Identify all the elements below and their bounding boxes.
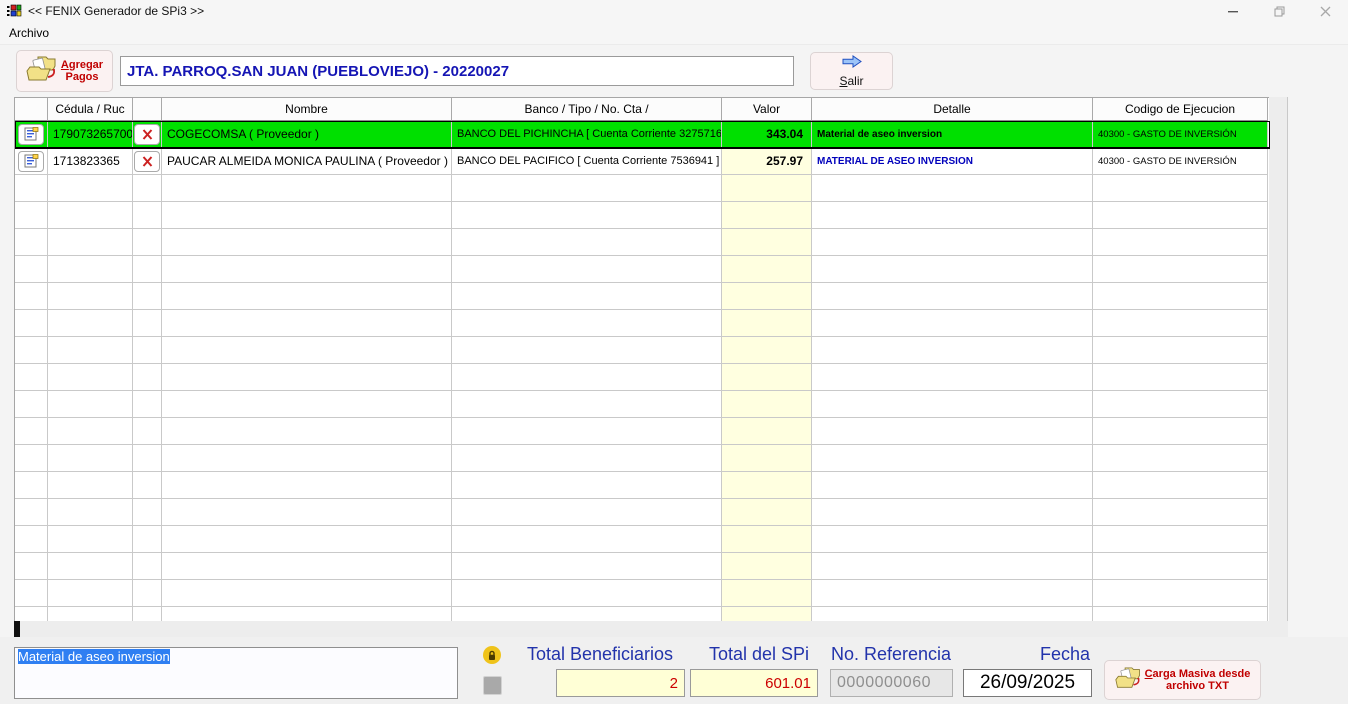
- app-icon: [6, 3, 22, 19]
- payments-table: Cédula / Ruc Nombre Banco / Tipo / No. C…: [14, 97, 1270, 621]
- no-referencia-label: No. Referencia: [822, 644, 960, 666]
- maximize-button[interactable]: [1256, 0, 1302, 22]
- gray-swatch: [483, 676, 502, 695]
- detalle-textarea[interactable]: Material de aseo inversion: [14, 647, 458, 699]
- main-area: Agregar Pagos Salir Cédula / Ruc Nombre …: [0, 45, 1348, 637]
- total-beneficiarios-label: Total Beneficiarios: [512, 644, 688, 666]
- salir-button[interactable]: Salir: [810, 52, 893, 90]
- empty-table-row: [15, 445, 1270, 472]
- empty-table-row: [15, 472, 1270, 499]
- edit-properties-icon: [24, 127, 39, 141]
- cell-detalle: MATERIAL DE ASEO INVERSION: [812, 148, 1093, 175]
- minimize-button[interactable]: [1210, 0, 1256, 22]
- cell-cedula: 1790732657001: [48, 121, 133, 148]
- header-nombre: Nombre: [162, 98, 452, 121]
- header-delete-col: [133, 98, 162, 121]
- agregar-pagos-button[interactable]: Agregar Pagos: [16, 50, 113, 92]
- delete-x-icon: [142, 156, 153, 167]
- cell-valor: 257.97: [722, 148, 812, 175]
- table-body: 1790732657001 COGECOMSA ( Proveedor ) BA…: [15, 121, 1270, 621]
- edit-properties-icon: [24, 154, 39, 168]
- selected-text: Material de aseo inversion: [18, 649, 170, 664]
- total-beneficiarios-value: 2: [556, 669, 685, 697]
- header-detalle: Detalle: [812, 98, 1093, 121]
- close-button[interactable]: [1302, 0, 1348, 22]
- carga-masiva-label-line1: Carga Masiva desde: [1145, 668, 1251, 680]
- header-codigo: Codigo de Ejecucion: [1093, 98, 1268, 121]
- delete-x-icon: [142, 129, 153, 140]
- empty-table-row: [15, 229, 1270, 256]
- empty-table-row: [15, 607, 1270, 621]
- empty-table-row: [15, 337, 1270, 364]
- horizontal-scrollbar[interactable]: [14, 621, 1288, 637]
- table-row[interactable]: 1713823365 PAUCAR ALMEIDA MONICA PAULINA…: [15, 148, 1270, 175]
- cell-cedula: 1713823365: [48, 148, 133, 175]
- empty-table-row: [15, 391, 1270, 418]
- empty-table-row: [15, 499, 1270, 526]
- menubar: Archivo: [0, 22, 1348, 45]
- empty-table-row: [15, 526, 1270, 553]
- empty-table-row: [15, 283, 1270, 310]
- cell-detalle: Material de aseo inversion: [812, 121, 1093, 148]
- empty-table-row: [15, 175, 1270, 202]
- vertical-scrollbar[interactable]: [1269, 97, 1288, 621]
- empty-table-row: [15, 418, 1270, 445]
- menu-item-archivo[interactable]: Archivo: [0, 24, 58, 42]
- no-referencia-field: 0000000060: [830, 669, 953, 697]
- load-txt-folder-icon: [1115, 666, 1142, 695]
- total-spi-label: Total del SPi: [698, 644, 820, 666]
- salir-label: Salir: [839, 74, 863, 88]
- cell-codigo: 40300 - GASTO DE INVERSIÓN: [1093, 148, 1268, 175]
- fecha-field[interactable]: 26/09/2025: [963, 669, 1092, 697]
- window-title: << FENIX Generador de SPi3 >>: [28, 4, 204, 18]
- cell-codigo: 40300 - GASTO DE INVERSIÓN: [1093, 121, 1268, 148]
- empty-table-row: [15, 364, 1270, 391]
- empty-table-row: [15, 202, 1270, 229]
- header-edit-col: [15, 98, 48, 121]
- cell-nombre: PAUCAR ALMEIDA MONICA PAULINA ( Proveedo…: [162, 148, 452, 175]
- empty-table-row: [15, 580, 1270, 607]
- agregar-pagos-label-line1: Agregar: [61, 59, 103, 71]
- add-payments-folder-icon: [26, 55, 58, 88]
- entity-title-input[interactable]: [120, 56, 794, 86]
- empty-table-row: [15, 553, 1270, 580]
- cell-banco: BANCO DEL PACIFICO [ Cuenta Corriente 75…: [452, 148, 722, 175]
- delete-row-button[interactable]: [134, 124, 160, 145]
- lock-icon: [483, 646, 501, 664]
- empty-table-row: [15, 256, 1270, 283]
- close-icon: [1320, 6, 1331, 17]
- table-row[interactable]: 1790732657001 COGECOMSA ( Proveedor ) BA…: [15, 121, 1270, 148]
- minimize-icon: [1228, 11, 1238, 12]
- restore-icon: [1274, 6, 1285, 17]
- titlebar: << FENIX Generador de SPi3 >>: [0, 0, 1348, 22]
- exit-arrow-icon: [841, 55, 863, 73]
- horizontal-scrollbar-thumb[interactable]: [14, 621, 20, 637]
- cell-banco: BANCO DEL PICHINCHA [ Cuenta Corriente 3…: [452, 121, 722, 148]
- total-spi-value: 601.01: [690, 669, 818, 697]
- footer-panel: Material de aseo inversion Total Benefic…: [0, 637, 1348, 704]
- edit-row-button[interactable]: [18, 124, 44, 145]
- carga-masiva-label-line2: archivo TXT: [1166, 680, 1229, 692]
- cell-nombre: COGECOMSA ( Proveedor ): [162, 121, 452, 148]
- cell-valor: 343.04: [722, 121, 812, 148]
- agregar-pagos-label-line2: Pagos: [65, 71, 98, 83]
- header-valor: Valor: [722, 98, 812, 121]
- table-header-row: Cédula / Ruc Nombre Banco / Tipo / No. C…: [15, 98, 1270, 121]
- delete-row-button[interactable]: [134, 151, 160, 172]
- empty-table-row: [15, 310, 1270, 337]
- edit-row-button[interactable]: [18, 151, 44, 172]
- header-cedula: Cédula / Ruc: [48, 98, 133, 121]
- carga-masiva-button[interactable]: Carga Masiva desde archivo TXT: [1104, 660, 1261, 700]
- header-banco: Banco / Tipo / No. Cta /: [452, 98, 722, 121]
